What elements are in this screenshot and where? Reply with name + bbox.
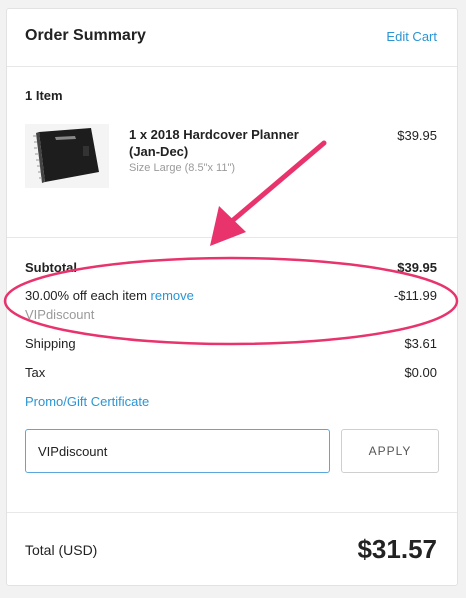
annotation-overlay	[3, 140, 459, 346]
arrow-shaft	[229, 140, 327, 224]
highlight-ellipse	[3, 256, 459, 346]
